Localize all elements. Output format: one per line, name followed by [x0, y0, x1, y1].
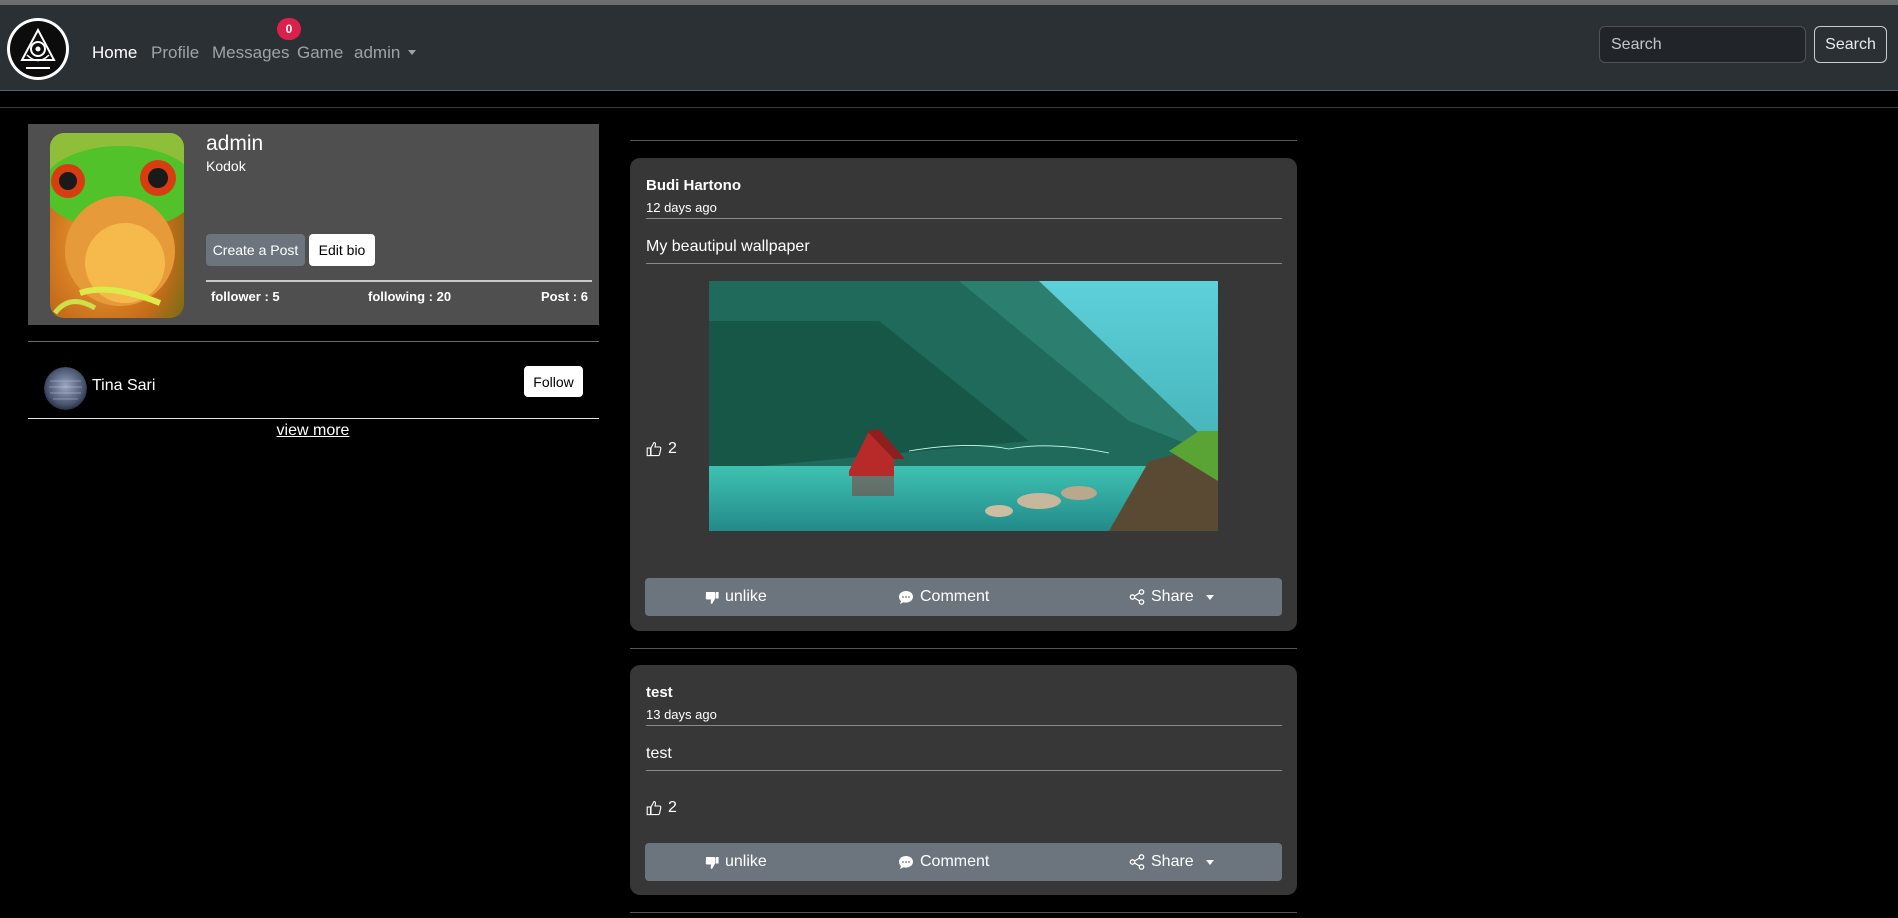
feed-divider	[630, 648, 1297, 649]
feed-divider	[630, 140, 1297, 141]
suggestion-avatar[interactable]	[44, 367, 87, 410]
search-button[interactable]: Search	[1814, 26, 1887, 63]
comment-label: Comment	[920, 853, 990, 870]
post-count: Post : 6	[541, 289, 588, 304]
post-likes[interactable]: 2	[646, 799, 677, 817]
post-text: My beautipul wallpaper	[646, 238, 810, 255]
profile-card: admin Kodok Create a Post Edit bio follo…	[28, 124, 599, 325]
chevron-down-icon	[1205, 859, 1214, 865]
comment-label: Comment	[920, 588, 990, 605]
post-text: test	[646, 745, 672, 762]
post-header-divider	[646, 218, 1282, 219]
post-likes[interactable]: 2	[646, 440, 677, 458]
header-divider	[0, 107, 1898, 108]
post-text-divider	[646, 263, 1282, 264]
post-image[interactable]	[709, 281, 1218, 531]
share-dropdown[interactable]: Share	[1129, 843, 1214, 881]
thumbs-up-icon	[646, 800, 662, 816]
post-text-divider	[646, 770, 1282, 771]
view-more-link[interactable]: view more	[0, 422, 626, 440]
nav-profile[interactable]: Profile	[151, 43, 199, 63]
messages-badge: 0	[277, 18, 301, 40]
nav-admin-dropdown[interactable]: admin	[354, 43, 417, 63]
feed-divider	[630, 912, 1297, 913]
post-card: Budi Hartono 12 days ago My beautipul wa…	[630, 158, 1297, 631]
share-label: Share	[1151, 853, 1194, 870]
unlike-label: unlike	[725, 588, 767, 605]
post-time: 12 days ago	[646, 200, 717, 215]
comment-button[interactable]: Comment	[898, 578, 989, 616]
following-count[interactable]: following : 20	[368, 289, 451, 304]
unlike-button[interactable]: unlike	[705, 578, 767, 616]
share-icon	[1129, 854, 1145, 870]
like-count: 2	[668, 440, 677, 457]
nav-game[interactable]: Game	[297, 43, 343, 63]
logo-icon	[20, 27, 56, 69]
chevron-down-icon	[408, 50, 417, 55]
suggestions-divider	[28, 341, 599, 342]
follow-button[interactable]: Follow	[524, 366, 583, 397]
like-count: 2	[668, 799, 677, 816]
post-author[interactable]: test	[646, 684, 673, 701]
thumbs-down-icon	[705, 591, 719, 604]
post-action-bar: unlike Comment Share	[645, 578, 1282, 616]
profile-name: admin	[206, 132, 264, 155]
nav-admin-label: admin	[354, 43, 401, 62]
stats-divider	[206, 280, 592, 282]
suggestions-bottom-divider	[28, 418, 599, 419]
suggestion-name[interactable]: Tina Sari	[92, 377, 155, 395]
post-action-bar: unlike Comment Share	[645, 843, 1282, 881]
thumbs-down-icon	[705, 856, 719, 869]
profile-bio: Kodok	[206, 158, 246, 174]
post-card: test 13 days ago test 2 unlike Comment S…	[630, 665, 1297, 895]
unlike-label: unlike	[725, 853, 767, 870]
nav-messages[interactable]: Messages	[212, 43, 289, 63]
comment-icon	[899, 590, 913, 604]
create-post-button[interactable]: Create a Post	[206, 234, 305, 266]
post-author[interactable]: Budi Hartono	[646, 177, 741, 194]
unlike-button[interactable]: unlike	[705, 843, 767, 881]
comment-button[interactable]: Comment	[898, 843, 989, 881]
logo[interactable]	[7, 18, 69, 80]
share-label: Share	[1151, 588, 1194, 605]
share-dropdown[interactable]: Share	[1129, 578, 1214, 616]
post-header-divider	[646, 725, 1282, 726]
follower-count[interactable]: follower : 5	[211, 289, 280, 304]
profile-avatar	[50, 133, 184, 318]
chevron-down-icon	[1205, 594, 1214, 600]
thumbs-up-icon	[646, 441, 662, 457]
nav-home[interactable]: Home	[92, 43, 137, 63]
edit-bio-button[interactable]: Edit bio	[309, 234, 375, 266]
navbar: Home Profile Messages 0 Game admin Searc…	[0, 5, 1898, 91]
post-time: 13 days ago	[646, 707, 717, 722]
search-input[interactable]	[1599, 26, 1806, 63]
comment-icon	[899, 855, 913, 869]
share-icon	[1129, 589, 1145, 605]
